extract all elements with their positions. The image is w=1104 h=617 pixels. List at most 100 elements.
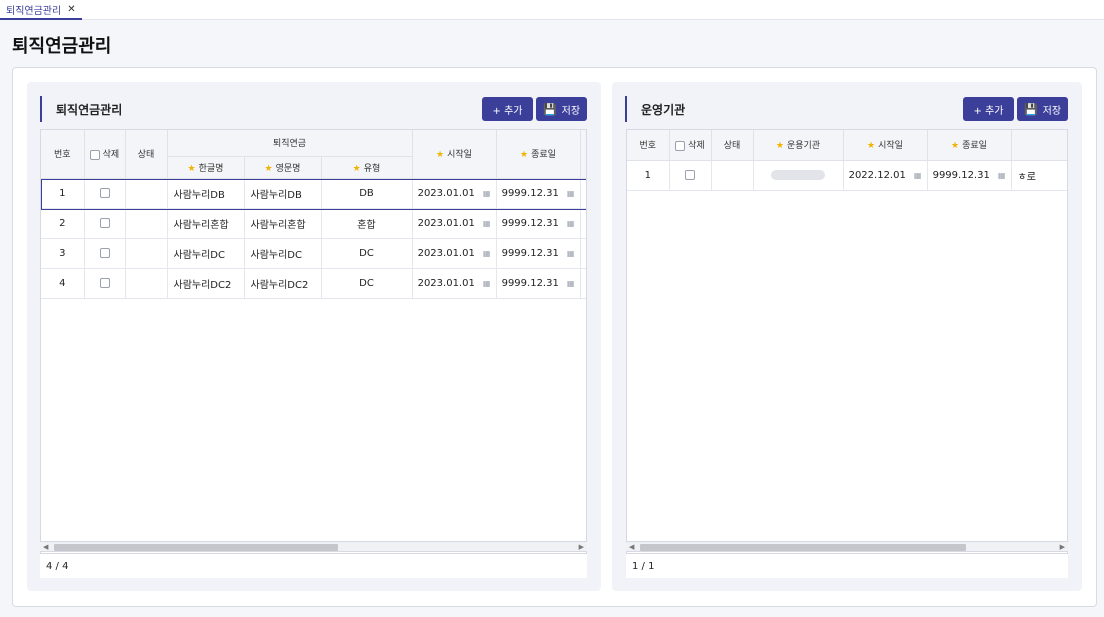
row-extra <box>580 178 586 209</box>
row-extra <box>580 268 586 299</box>
row-no: 4 <box>41 268 85 299</box>
pension-panel: 퇴직연금관리 + 추가 💾 저장 번호 삭제 상태 퇴직연금 ★ 시작일 ★ 종료일 <box>27 82 601 591</box>
close-icon[interactable]: ✕ <box>67 4 75 15</box>
row-org[interactable] <box>753 160 844 191</box>
row-english-name[interactable]: 사람누리DC <box>244 238 322 269</box>
table-row[interactable]: 1 2022.12.01 ▦ 9999.12.31 ▦ ㅎ로 <box>627 160 1067 191</box>
start-date-value: 2023.01.01 <box>417 217 475 229</box>
calendar-icon[interactable]: ▦ <box>567 219 575 228</box>
calendar-icon[interactable]: ▦ <box>567 189 575 198</box>
row-korean-name[interactable]: 사람누리DC <box>167 238 245 269</box>
col-header-korean-name[interactable]: ★ 한글명 <box>167 156 245 179</box>
row-delete-cell[interactable] <box>84 208 126 239</box>
save-button[interactable]: 💾 저장 <box>536 97 587 121</box>
start-date-header-label: 시작일 <box>878 141 903 152</box>
scroll-right-icon[interactable]: ▶ <box>579 542 584 553</box>
scrollbar-thumb[interactable] <box>640 544 966 551</box>
start-date-value: 2023.01.01 <box>417 247 475 259</box>
calendar-icon[interactable]: ▦ <box>998 171 1006 180</box>
row-delete-checkbox[interactable] <box>685 169 695 180</box>
row-start-date[interactable]: 2023.01.01 ▦ <box>412 178 497 209</box>
col-header-start-date[interactable]: ★ 시작일 <box>412 130 497 179</box>
end-date-value: 9999.12.31 <box>501 277 559 289</box>
row-delete-checkbox[interactable] <box>99 217 110 228</box>
row-delete-checkbox[interactable] <box>99 247 110 258</box>
required-star-icon: ★ <box>951 141 960 152</box>
row-delete-cell[interactable] <box>84 268 126 299</box>
row-start-date[interactable]: 2022.12.01 ▦ <box>843 160 928 191</box>
col-header-english-name[interactable]: ★ 영문명 <box>244 156 322 179</box>
scroll-left-icon[interactable]: ◀ <box>43 542 48 553</box>
row-end-date[interactable]: 9999.12.31 ▦ <box>496 178 581 209</box>
calendar-icon[interactable]: ▦ <box>483 219 491 228</box>
required-star-icon: ★ <box>520 150 529 161</box>
save-button[interactable]: 💾 저장 <box>1017 97 1068 121</box>
col-header-delete[interactable]: 삭제 <box>84 130 126 179</box>
table-row[interactable]: 3 사람누리DC 사람누리DC DC 2023.01.01 ▦ 9999.12.3… <box>41 238 586 269</box>
required-star-icon: ★ <box>775 141 784 152</box>
row-delete-checkbox[interactable] <box>99 187 110 198</box>
tab-retirement-pension[interactable]: 퇴직연금관리 ✕ <box>0 0 82 20</box>
add-button-label: + 추가 <box>973 105 1004 117</box>
row-end-date[interactable]: 9999.12.31 ▦ <box>496 238 581 269</box>
row-delete-cell[interactable] <box>84 238 126 269</box>
row-type[interactable]: 혼합 <box>321 208 413 239</box>
row-no: 1 <box>627 160 670 191</box>
calendar-icon[interactable]: ▦ <box>914 171 922 180</box>
pension-grid: 번호 삭제 상태 퇴직연금 ★ 시작일 ★ 종료일 ★ 한글명 ★ 영문명 ★ 유형 1 <box>40 129 587 554</box>
add-button[interactable]: + 추가 <box>482 97 533 121</box>
row-end-date[interactable]: 9999.12.31 ▦ <box>496 208 581 239</box>
required-star-icon: ★ <box>352 163 361 174</box>
row-extra[interactable]: ㅎ로 <box>1011 160 1067 191</box>
col-header-org[interactable]: ★ 운용기관 <box>753 130 844 161</box>
row-type[interactable]: DC <box>321 268 413 299</box>
select-all-checkbox[interactable] <box>675 140 686 151</box>
calendar-icon[interactable]: ▦ <box>483 189 491 198</box>
row-english-name[interactable]: 사람누리혼합 <box>244 208 322 239</box>
horizontal-scrollbar[interactable]: ◀ ▶ <box>626 541 1068 552</box>
row-delete-checkbox[interactable] <box>99 277 110 288</box>
add-button[interactable]: + 추가 <box>963 97 1014 121</box>
row-delete-cell[interactable] <box>669 160 712 191</box>
calendar-icon[interactable]: ▦ <box>483 279 491 288</box>
row-status <box>711 160 754 191</box>
tab-label: 퇴직연금관리 <box>6 5 62 17</box>
row-type[interactable]: DC <box>321 238 413 269</box>
start-date-value: 2023.01.01 <box>417 187 475 199</box>
table-row[interactable]: 4 사람누리DC2 사람누리DC2 DC 2023.01.01 ▦ 9999.12… <box>41 268 586 299</box>
row-start-date[interactable]: 2023.01.01 ▦ <box>412 268 497 299</box>
col-header-extra <box>580 130 586 179</box>
row-end-date[interactable]: 9999.12.31 ▦ <box>927 160 1012 191</box>
col-header-start-date[interactable]: ★ 시작일 <box>843 130 928 161</box>
horizontal-scrollbar[interactable]: ◀ ▶ <box>40 541 587 552</box>
table-row[interactable]: 1 사람누리DB 사람누리DB DB 2023.01.01 ▦ 9999.12.3… <box>41 178 586 209</box>
org-select[interactable] <box>771 169 825 180</box>
col-group-pension: 퇴직연금 <box>167 130 413 157</box>
row-start-date[interactable]: 2023.01.01 ▦ <box>412 208 497 239</box>
row-start-date[interactable]: 2023.01.01 ▦ <box>412 238 497 269</box>
row-english-name[interactable]: 사람누리DC2 <box>244 268 322 299</box>
row-korean-name[interactable]: 사람누리DC2 <box>167 268 245 299</box>
scroll-left-icon[interactable]: ◀ <box>629 542 634 553</box>
col-header-end-date[interactable]: ★ 종료일 <box>927 130 1012 161</box>
calendar-icon[interactable]: ▦ <box>483 249 491 258</box>
row-korean-name[interactable]: 사람누리혼합 <box>167 208 245 239</box>
select-all-checkbox[interactable] <box>89 149 100 160</box>
col-header-delete[interactable]: 삭제 <box>669 130 712 161</box>
delete-header-label: 삭제 <box>102 150 120 161</box>
scroll-right-icon[interactable]: ▶ <box>1060 542 1065 553</box>
col-header-no: 번호 <box>627 130 670 161</box>
row-no: 2 <box>41 208 85 239</box>
scrollbar-thumb[interactable] <box>54 544 338 551</box>
operator-panel: 운영기관 + 추가 💾 저장 번호 삭제 상태 ★ 운용기관 ★ 시작일 ★ 종료일 <box>612 82 1082 591</box>
row-type[interactable]: DB <box>321 178 413 209</box>
col-header-end-date[interactable]: ★ 종료일 <box>496 130 581 179</box>
row-korean-name[interactable]: 사람누리DB <box>167 178 245 209</box>
calendar-icon[interactable]: ▦ <box>567 279 575 288</box>
col-header-type[interactable]: ★ 유형 <box>321 156 413 179</box>
calendar-icon[interactable]: ▦ <box>567 249 575 258</box>
row-english-name[interactable]: 사람누리DB <box>244 178 322 209</box>
table-row[interactable]: 2 사람누리혼합 사람누리혼합 혼합 2023.01.01 ▦ 9999.12.3… <box>41 208 586 239</box>
row-end-date[interactable]: 9999.12.31 ▦ <box>496 268 581 299</box>
row-delete-cell[interactable] <box>84 178 126 209</box>
